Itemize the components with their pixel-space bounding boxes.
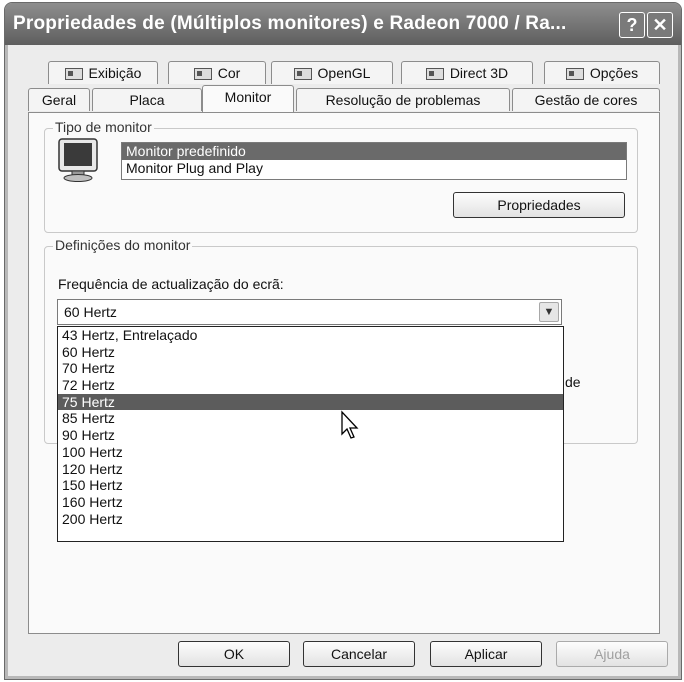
display-icon	[193, 68, 212, 81]
refresh-rate-value: 60 Hertz	[64, 304, 117, 320]
title-bar[interactable]: Propriedades de (Múltiplos monitores) e …	[5, 3, 681, 45]
monitor-icon	[58, 138, 98, 182]
refresh-option[interactable]: 70 Hertz	[58, 360, 563, 377]
refresh-option[interactable]: 150 Hertz	[58, 477, 563, 494]
refresh-option[interactable]: 85 Hertz	[58, 410, 563, 427]
tab-placa[interactable]: Placa	[92, 88, 202, 111]
display-icon	[565, 68, 584, 81]
display-icon	[64, 68, 83, 81]
help-bottom-button[interactable]: Ajuda	[556, 641, 668, 667]
tab-cor[interactable]: Cor	[168, 61, 266, 84]
refresh-option[interactable]: 160 Hertz	[58, 494, 563, 511]
refresh-option-highlighted[interactable]: 75 Hertz	[58, 393, 563, 411]
display-icon	[293, 68, 312, 81]
refresh-rate-select[interactable]: 60 Hertz ▼	[57, 299, 562, 325]
refresh-option[interactable]: 120 Hertz	[58, 461, 563, 478]
apply-button[interactable]: Aplicar	[430, 641, 542, 667]
tab-opcoes[interactable]: Opções	[544, 61, 660, 84]
tab-resolucao-problemas[interactable]: Resolução de problemas	[296, 88, 510, 111]
refresh-option[interactable]: 90 Hertz	[58, 427, 563, 444]
monitor-settings-legend: Definições do monitor	[53, 237, 193, 253]
display-icon	[425, 68, 444, 81]
refresh-option[interactable]: 72 Hertz	[58, 377, 563, 394]
tab-opengl[interactable]: OpenGL	[271, 61, 393, 84]
help-button[interactable]: ?	[619, 12, 645, 38]
tab-monitor[interactable]: Monitor	[202, 85, 294, 112]
properties-button[interactable]: Propriedades	[453, 192, 625, 218]
tab-direct3d[interactable]: Direct 3D	[401, 61, 533, 84]
mouse-cursor-icon	[341, 410, 359, 439]
monitor-list[interactable]: Monitor predefinido Monitor Plug and Pla…	[121, 142, 627, 180]
close-button[interactable]: ✕	[647, 12, 673, 38]
refresh-option[interactable]: 60 Hertz	[58, 344, 563, 361]
monitor-list-item[interactable]: Monitor Plug and Play	[122, 160, 626, 177]
partial-label: de	[565, 374, 581, 390]
refresh-option[interactable]: 200 Hertz	[58, 511, 563, 528]
cancel-button[interactable]: Cancelar	[303, 641, 415, 667]
window-title: Propriedades de (Múltiplos monitores) e …	[13, 13, 567, 34]
monitor-type-legend: Tipo de monitor	[53, 119, 154, 135]
refresh-rate-label: Frequência de actualização do ecrã:	[58, 276, 284, 292]
refresh-option[interactable]: 100 Hertz	[58, 444, 563, 461]
chevron-down-icon[interactable]: ▼	[539, 302, 559, 322]
refresh-rate-dropdown[interactable]: 43 Hertz, Entrelaçado 60 Hertz 70 Hertz …	[57, 326, 564, 542]
tab-geral[interactable]: Geral	[28, 88, 90, 111]
ok-button[interactable]: OK	[178, 641, 290, 667]
tab-gestao-cores[interactable]: Gestão de cores	[512, 88, 660, 111]
tab-exibicao[interactable]: Exibição	[48, 61, 158, 84]
monitor-list-item[interactable]: Monitor predefinido	[122, 143, 626, 160]
refresh-option[interactable]: 43 Hertz, Entrelaçado	[58, 327, 563, 344]
